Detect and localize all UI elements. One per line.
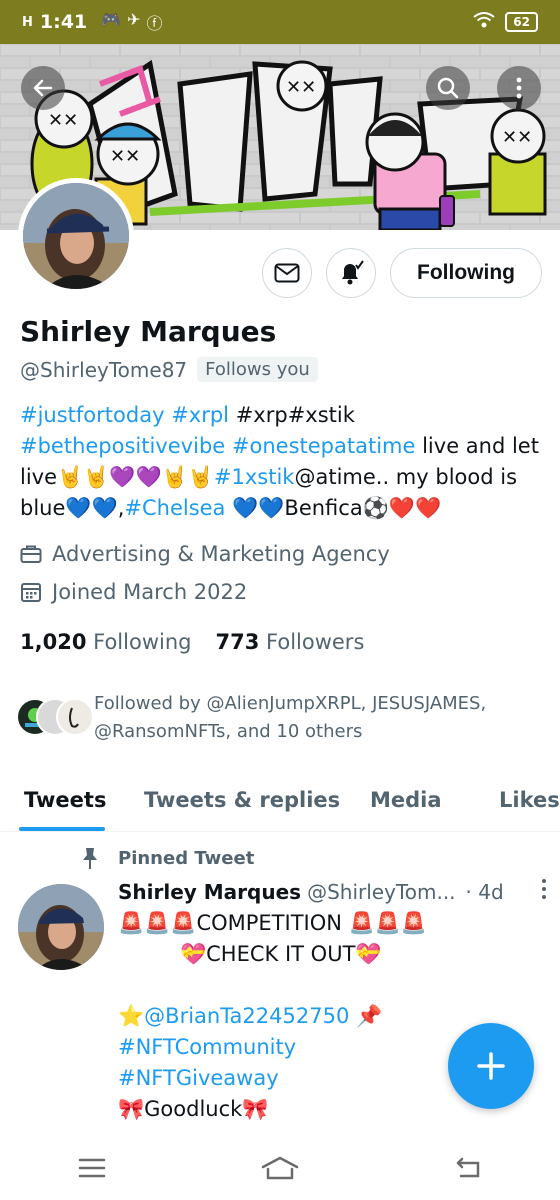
bio-line: blue💙💙,#Chelsea 💙💙Benfica⚽❤️❤️ [20, 493, 545, 524]
hashtag-link[interactable]: #onestepatatime [232, 434, 416, 458]
handle-row: @ShirleyTome87 Follows you [20, 357, 318, 382]
profile-tabs: Tweets Tweets & replies Media Likes [0, 768, 560, 832]
back-button[interactable] [21, 66, 65, 110]
tab-tweets-and-replies[interactable]: Tweets & replies [144, 768, 340, 832]
calendar-icon [21, 583, 41, 602]
tab-likes[interactable]: Likes [499, 768, 560, 832]
followers-stat[interactable]: 773 Followers [215, 630, 364, 654]
wifi-icon [473, 11, 495, 33]
profile-bio: #justfortoday #xrpl #xrp#xstik #bethepos… [20, 400, 545, 524]
bio-text: @atime.. my blood is [294, 465, 518, 489]
battery-indicator: 62 [505, 12, 538, 32]
profile-name: Shirley Marques [20, 315, 277, 348]
avatar [56, 698, 94, 736]
telegram-icon: ✈ [127, 10, 141, 29]
profile-joined: Joined March 2022 [20, 580, 247, 604]
bio-text: 💙💙Benfica⚽❤️❤️ [232, 496, 442, 520]
followed-by-row[interactable]: Followed by @AlienJumpXRPL, JESUSJAMES, … [16, 690, 524, 746]
message-button[interactable] [262, 248, 313, 298]
profile-handle: @ShirleyTome87 [20, 357, 188, 382]
following-count: 1,020 [20, 630, 87, 654]
bell-check-icon [342, 260, 364, 285]
more-vertical-icon [516, 77, 522, 99]
tweet-more-button[interactable] [540, 878, 548, 905]
tab-tweets[interactable]: Tweets [24, 768, 106, 832]
following-stat[interactable]: 1,020 Following [20, 630, 191, 654]
home-button[interactable] [260, 1155, 300, 1185]
bio-line: #justfortoday #xrpl #xrp#xstik [20, 400, 545, 431]
more-options-button[interactable] [497, 66, 541, 110]
hashtag-link[interactable]: #1xstik [214, 465, 295, 489]
following-button[interactable]: Following [390, 248, 542, 298]
svg-text:✕✕: ✕✕ [286, 77, 316, 98]
svg-text:✕✕: ✕✕ [48, 110, 78, 131]
mention-link[interactable]: @BrianTa22452750 [144, 1004, 349, 1028]
plus-icon [477, 1052, 505, 1080]
joined-text: Joined March 2022 [52, 580, 248, 604]
followed-by-text: Followed by @AlienJumpXRPL, JESUSJAMES, … [94, 693, 487, 742]
notification-icons: 🎮 ✈ ⓕ [101, 10, 162, 34]
pinned-tweet-label: Pinned Tweet [80, 846, 254, 870]
notifications-button[interactable] [326, 248, 377, 298]
pin-icon [83, 848, 97, 869]
bio-text: live and let [422, 434, 539, 458]
recent-apps-button[interactable] [77, 1157, 107, 1183]
more-vertical-icon [542, 879, 546, 899]
pinned-text: Pinned Tweet [118, 847, 255, 869]
game-controller-icon: 🎮 [101, 10, 122, 29]
compose-tweet-button[interactable] [448, 1023, 534, 1109]
tweet-line: 💝CHECK IT OUT💝 [180, 942, 382, 966]
menu-lines-icon [78, 1158, 105, 1178]
bio-text: #xrp#xstik [235, 403, 355, 427]
follow-stats: 1,020 Following 773 Followers [20, 630, 364, 654]
back-arrow-icon [33, 79, 53, 97]
facebook-icon: ⓕ [146, 14, 163, 33]
category-text: Advertising & Marketing Agency [52, 542, 390, 566]
hashtag-link[interactable]: #justfortoday [20, 403, 165, 427]
status-bar: H 1:41 🎮 ✈ ⓕ 62 [0, 0, 560, 44]
follows-you-badge: Follows you [197, 357, 318, 382]
tweet-author-avatar[interactable] [18, 884, 104, 970]
back-nav-icon [457, 1157, 480, 1178]
avatar-photo [23, 183, 129, 289]
tab-media[interactable]: Media [370, 768, 442, 832]
tweet-author-name[interactable]: Shirley Marques [118, 880, 301, 904]
bio-line: #bethepositivevibe #onestepatatime live … [20, 431, 545, 462]
profile-category: Advertising & Marketing Agency [20, 542, 390, 566]
follower-avatars [16, 698, 94, 738]
profile-avatar[interactable] [18, 178, 134, 294]
home-icon [261, 1156, 299, 1180]
status-time: 1:41 [39, 11, 88, 33]
tweet-line: 🚨🚨🚨COMPETITION 🚨🚨🚨 [118, 911, 428, 935]
tweet-date[interactable]: · 4d [466, 880, 504, 904]
back-nav-button[interactable] [453, 1156, 483, 1184]
bio-text: blue💙💙, [20, 496, 125, 520]
envelope-icon [274, 263, 300, 283]
hashtag-link[interactable]: #bethepositivevibe [20, 434, 225, 458]
search-icon [437, 77, 459, 99]
signal-indicator: H [22, 14, 34, 30]
pushpin-emoji: 📌 [356, 1004, 383, 1028]
system-navigation-bar [0, 1140, 560, 1200]
search-button[interactable] [426, 66, 470, 110]
hashtag-link[interactable]: #Chelsea [124, 496, 225, 520]
profile-actions: Following [262, 248, 542, 298]
svg-text:✕✕: ✕✕ [110, 146, 140, 167]
briefcase-icon [20, 545, 42, 563]
followers-label: Followers [266, 630, 365, 654]
active-tab-indicator [19, 827, 105, 831]
following-label: Following [93, 630, 192, 654]
hashtag-link[interactable]: #xrpl [171, 403, 229, 427]
star-emoji: ⭐ [118, 1004, 145, 1028]
svg-text:✕✕: ✕✕ [502, 127, 532, 148]
tweet-author-handle[interactable]: @ShirleyTom... [307, 880, 455, 904]
tweet-header: Shirley Marques @ShirleyTom... · 4d [118, 878, 548, 905]
bio-line: live🤘🤘💜💜🤘🤘#1xstik@atime.. my blood is [20, 462, 545, 493]
bio-text: live🤘🤘💜💜🤘🤘 [20, 465, 214, 489]
followers-count: 773 [215, 630, 260, 654]
